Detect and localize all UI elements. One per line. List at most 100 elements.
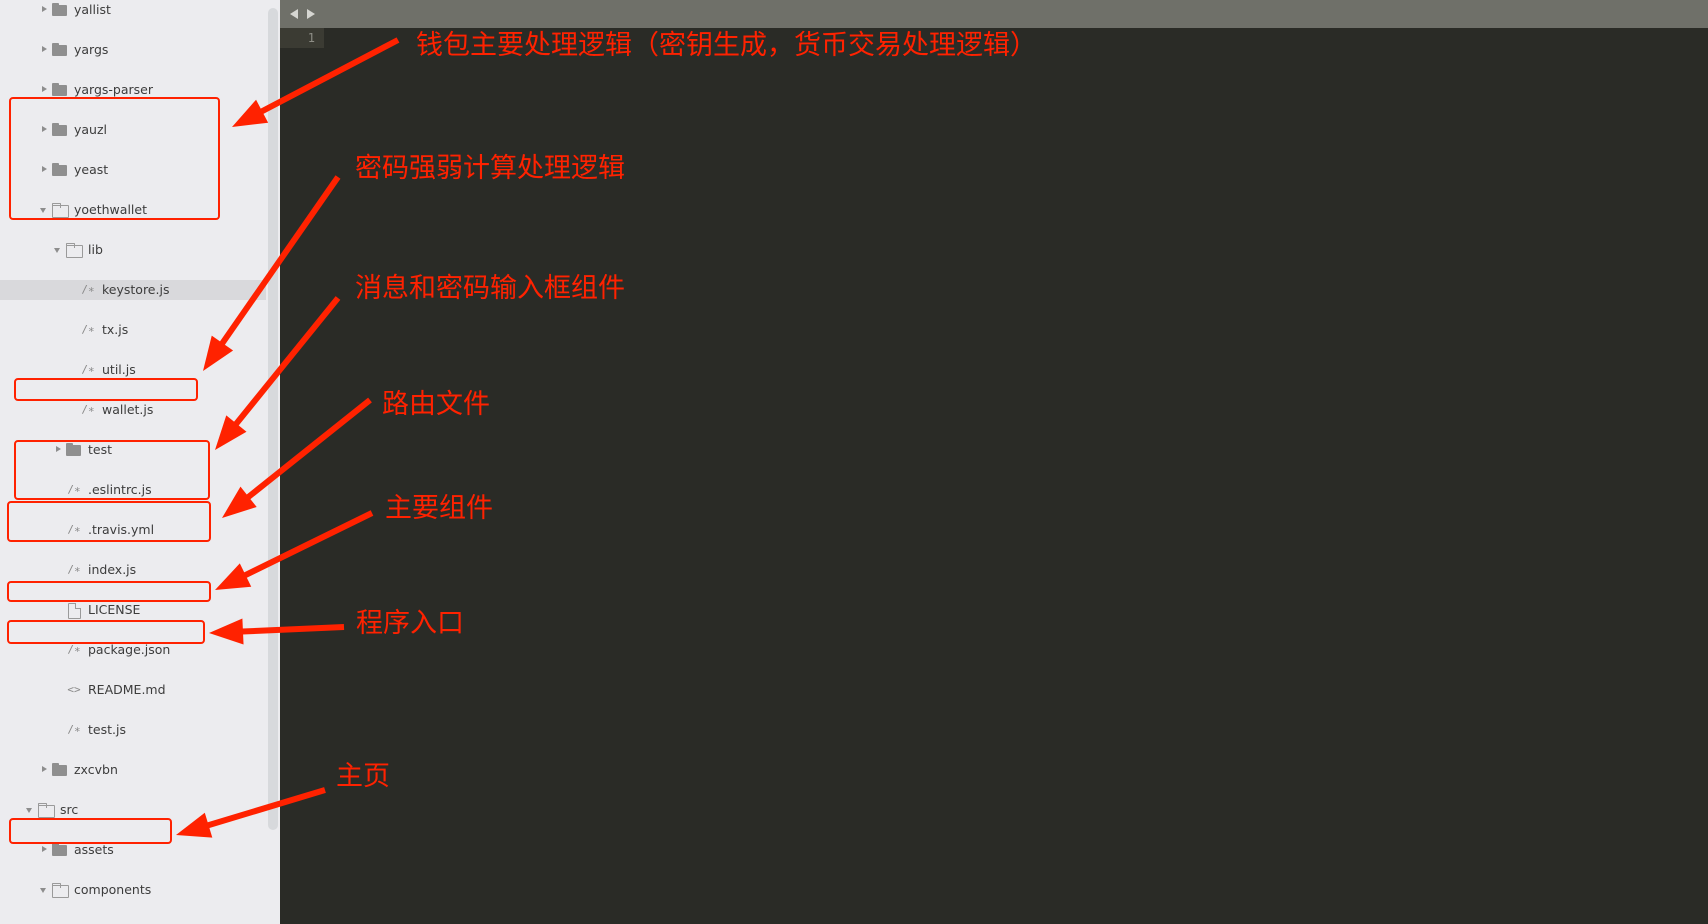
tree-row-label: wallet.js	[102, 402, 154, 417]
code-editor-panel: 1	[280, 0, 1708, 924]
folder-open-icon	[51, 200, 69, 220]
chevron-right-icon[interactable]	[38, 120, 51, 140]
tree-row[interactable]: /∗ .eslintrc.js	[0, 480, 266, 500]
editor-line-gutter: 1	[280, 28, 324, 924]
tree-row-label: test	[88, 442, 113, 457]
tree-row[interactable]: yargs-parser	[0, 80, 266, 100]
js-file-icon: /∗	[67, 723, 81, 736]
tree-row-label: zxcvbn	[74, 762, 118, 777]
tree-row[interactable]: yargs	[0, 40, 266, 60]
chevron-right-icon[interactable]	[38, 160, 51, 180]
tree-row[interactable]: assets	[0, 840, 266, 860]
tree-row[interactable]: /∗ package.json	[0, 640, 266, 660]
tree-row[interactable]: /∗ .travis.yml	[0, 520, 266, 540]
chevron-down-icon[interactable]	[38, 200, 51, 220]
tree-row[interactable]: yallist	[0, 0, 266, 20]
line-number-1: 1	[280, 28, 324, 48]
folder-icon	[51, 840, 69, 860]
tree-row-label: .travis.yml	[88, 522, 155, 537]
tree-row[interactable]: LICENSE	[0, 600, 266, 620]
js-file-icon: /∗	[67, 483, 81, 496]
file-tree[interactable]: yallist yargs yargs-parser yauzl yeast yoethw…	[0, 0, 266, 924]
tree-row-label: yauzl	[74, 122, 108, 137]
tree-row[interactable]: <> README.md	[0, 680, 266, 700]
chevron-right-icon[interactable]	[38, 80, 51, 100]
tree-row-label: yeast	[74, 162, 109, 177]
tree-row[interactable]: yeast	[0, 160, 266, 180]
js-file-icon: /∗	[67, 563, 81, 576]
code-file-icon: <>	[67, 683, 81, 696]
tree-row-label: .eslintrc.js	[88, 482, 152, 497]
tree-row-label: keystore.js	[102, 282, 170, 297]
explorer-scrollbar-thumb[interactable]	[268, 8, 278, 830]
editor-tab-bar	[280, 0, 1708, 28]
tab-scroll-right-icon[interactable]	[304, 7, 317, 21]
js-file-icon: /∗	[81, 323, 95, 336]
tree-row-label: Message.vue	[88, 920, 170, 924]
tree-row[interactable]: yoethwallet	[0, 200, 266, 220]
tree-row[interactable]: /∗ index.js	[0, 560, 266, 580]
tree-row[interactable]: /∗ wallet.js	[0, 400, 266, 420]
tree-row-label: yargs	[74, 42, 109, 57]
tree-row[interactable]: yauzl	[0, 120, 266, 140]
tab-nav-group[interactable]	[288, 7, 317, 21]
tree-row-label: yargs-parser	[74, 82, 154, 97]
code-file-icon: <>	[65, 920, 83, 924]
chevron-down-icon[interactable]	[24, 800, 37, 820]
folder-open-icon	[65, 240, 83, 260]
folder-open-icon	[51, 880, 69, 900]
tree-row-label: lib	[88, 242, 103, 257]
tree-row-label: package.json	[88, 642, 171, 657]
screenshot-root: 1 yallist yargs yargs-parser yauzl yeast yoet…	[0, 0, 1708, 924]
folder-icon	[51, 760, 69, 780]
chevron-right-icon[interactable]	[38, 840, 51, 860]
chevron-down-icon[interactable]	[52, 240, 65, 260]
tree-row[interactable]: src	[0, 800, 266, 820]
folder-icon	[51, 120, 69, 140]
tree-row[interactable]: test	[0, 440, 266, 460]
tree-row[interactable]: components	[0, 880, 266, 900]
tree-row-label: test.js	[88, 722, 126, 737]
folder-icon	[51, 80, 69, 100]
folder-icon	[51, 160, 69, 180]
tree-row-label: tx.js	[102, 322, 129, 337]
tree-row-label: yoethwallet	[74, 202, 147, 217]
chevron-right-icon[interactable]	[38, 0, 51, 20]
explorer-scrollbar-track[interactable]	[266, 0, 280, 924]
tree-row-label: LICENSE	[88, 602, 141, 617]
folder-icon	[65, 440, 83, 460]
js-file-icon: /∗	[81, 403, 95, 416]
tab-scroll-left-icon[interactable]	[288, 7, 301, 21]
tree-row[interactable]: zxcvbn	[0, 760, 266, 780]
chevron-right-icon[interactable]	[52, 440, 65, 460]
tree-row[interactable]: /∗ keystore.js	[0, 280, 266, 300]
js-file-icon: /∗	[81, 363, 95, 376]
tree-row[interactable]: /∗ tx.js	[0, 320, 266, 340]
js-file-icon: /∗	[81, 283, 95, 296]
tree-row[interactable]: /∗ util.js	[0, 360, 266, 380]
chevron-down-icon[interactable]	[38, 880, 51, 900]
tree-row[interactable]: <> Message.vue	[0, 920, 266, 924]
file-icon	[65, 600, 83, 620]
js-file-icon: /∗	[67, 643, 81, 656]
tree-row[interactable]: /∗ test.js	[0, 720, 266, 740]
tree-row-label: README.md	[88, 682, 166, 697]
chevron-right-icon[interactable]	[38, 760, 51, 780]
file-explorer-panel[interactable]: yallist yargs yargs-parser yauzl yeast yoethw…	[0, 0, 280, 924]
tree-row-label: components	[74, 882, 152, 897]
tree-row-label: assets	[74, 842, 114, 857]
tree-row[interactable]: lib	[0, 240, 266, 260]
tree-row-label: util.js	[102, 362, 136, 377]
tree-row-label: index.js	[88, 562, 137, 577]
tree-row-label: yallist	[74, 2, 111, 17]
chevron-right-icon[interactable]	[38, 40, 51, 60]
